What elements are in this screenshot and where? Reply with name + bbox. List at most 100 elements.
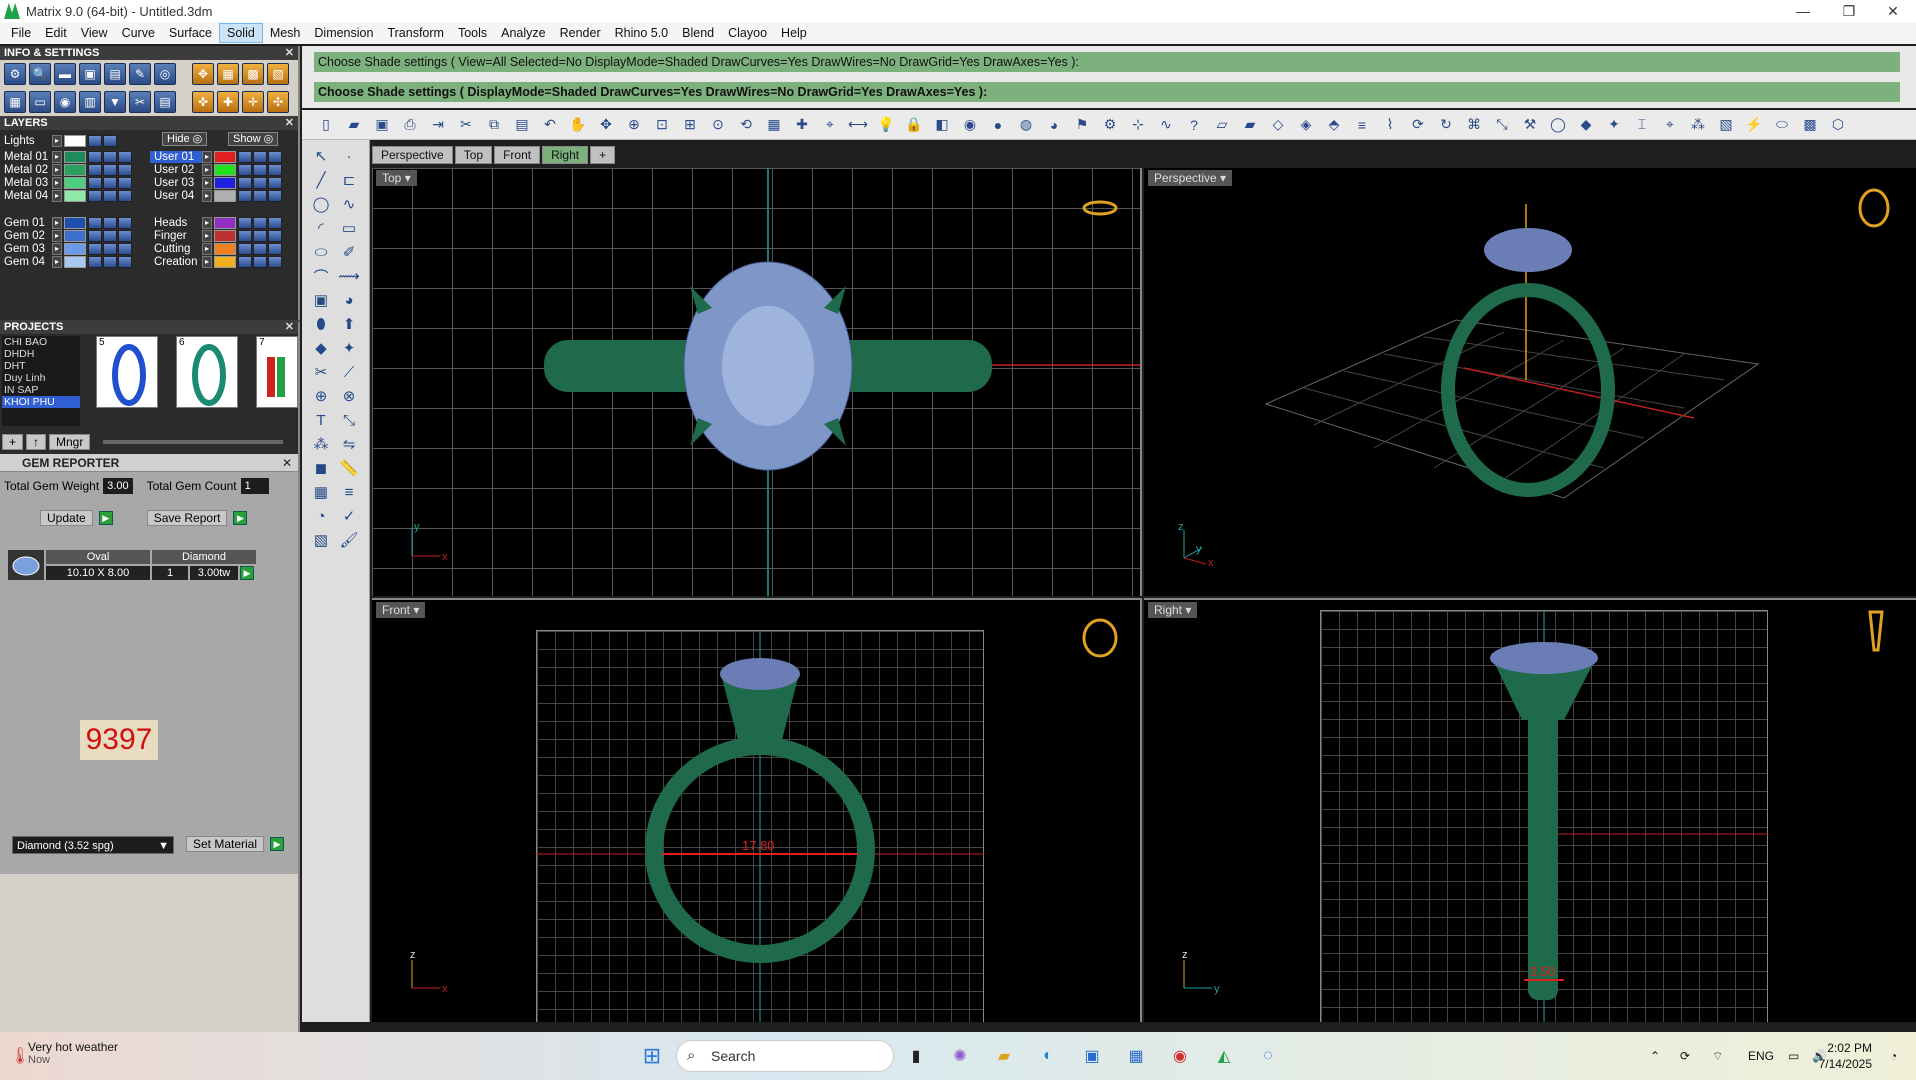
rectangle-icon[interactable]: ▭ bbox=[336, 216, 362, 240]
paste-icon[interactable]: ▤ bbox=[510, 114, 534, 136]
lock-icon[interactable] bbox=[238, 256, 252, 268]
render-icon[interactable] bbox=[118, 177, 132, 189]
render-icon[interactable] bbox=[118, 243, 132, 255]
cube-icon[interactable]: ▧ bbox=[1714, 114, 1738, 136]
paint-icon[interactable]: 🖌 bbox=[336, 528, 362, 552]
undo-icon[interactable]: ↶ bbox=[538, 114, 562, 136]
lock-icon[interactable] bbox=[88, 243, 102, 255]
close-icon[interactable]: ✕ bbox=[285, 116, 294, 130]
lock-icon[interactable]: 🔒 bbox=[902, 114, 926, 136]
render-icon[interactable] bbox=[118, 217, 132, 229]
expand-icon[interactable]: ▸ bbox=[202, 190, 212, 202]
polyline-icon[interactable]: ⊏ bbox=[336, 168, 362, 192]
visible-icon[interactable] bbox=[253, 243, 267, 255]
layer-row[interactable]: Creation ▸ bbox=[150, 255, 283, 269]
layer-icon[interactable]: ◧ bbox=[930, 114, 954, 136]
ellipse-icon[interactable]: ⬭ bbox=[308, 240, 334, 264]
ring-icon[interactable]: ◎ bbox=[154, 63, 176, 85]
distance-icon[interactable]: ⟷ bbox=[846, 114, 870, 136]
visible-icon[interactable] bbox=[103, 217, 117, 229]
shell-icon[interactable]: ◔ bbox=[308, 504, 334, 528]
filter-snap-icon[interactable]: ✣ bbox=[267, 91, 289, 113]
layer-row[interactable]: Metal 03 ▸ bbox=[0, 176, 133, 190]
clock[interactable]: 2:02 PM 7/14/2025 bbox=[1819, 1040, 1872, 1072]
up-button[interactable]: ↑ bbox=[26, 434, 47, 450]
layer-row[interactable]: Gem 02 ▸ bbox=[0, 229, 133, 243]
move-icon[interactable]: ✥ bbox=[594, 114, 618, 136]
viewports-icon[interactable]: ▦ bbox=[762, 114, 786, 136]
lock-icon[interactable] bbox=[238, 243, 252, 255]
ring-icon[interactable]: ◯ bbox=[1546, 114, 1570, 136]
lock-icon[interactable] bbox=[88, 190, 102, 202]
layer-color-swatch[interactable] bbox=[64, 177, 86, 189]
close-icon[interactable]: ✕ bbox=[285, 46, 294, 60]
visible-icon[interactable] bbox=[253, 164, 267, 176]
chrome-icon[interactable]: ◉ bbox=[1166, 1042, 1194, 1070]
box-icon[interactable]: ▥ bbox=[79, 91, 101, 113]
gumball-icon[interactable]: ✚ bbox=[790, 114, 814, 136]
line-icon[interactable]: ╱ bbox=[308, 168, 334, 192]
split-icon[interactable]: ⟋ bbox=[336, 360, 362, 384]
zoom-window-icon[interactable]: ⊡ bbox=[650, 114, 674, 136]
lock-icon[interactable] bbox=[238, 151, 252, 163]
filter-icon[interactable]: ▼ bbox=[104, 91, 126, 113]
lock-icon[interactable] bbox=[88, 135, 102, 147]
copilot-icon[interactable]: ✺ bbox=[946, 1042, 974, 1070]
plane-icon[interactable]: ▱ bbox=[1210, 114, 1234, 136]
lock-icon[interactable] bbox=[238, 177, 252, 189]
project-list[interactable]: CHI BAO DHDH DHT Duy Linh IN SAP KHOI PHU bbox=[2, 336, 80, 426]
circle-icon[interactable]: ◯ bbox=[308, 192, 334, 216]
solid-icon[interactable]: ◼ bbox=[308, 456, 334, 480]
layer-color-swatch[interactable] bbox=[214, 243, 236, 255]
expand-icon[interactable]: ▸ bbox=[52, 135, 62, 147]
expand-icon[interactable]: ▸ bbox=[52, 230, 62, 242]
curve-icon[interactable]: ∿ bbox=[336, 192, 362, 216]
help-icon[interactable]: ? bbox=[1182, 114, 1206, 136]
close-button[interactable]: ✕ bbox=[1870, 0, 1916, 22]
window-icon[interactable]: ▭ bbox=[29, 91, 51, 113]
display-icon[interactable]: ▭ bbox=[1788, 1032, 1799, 1080]
scissors-icon[interactable]: ✂ bbox=[129, 91, 151, 113]
render-icon[interactable] bbox=[118, 256, 132, 268]
open-icon[interactable]: ▰ bbox=[342, 114, 366, 136]
expand-icon[interactable]: ▸ bbox=[202, 230, 212, 242]
menu-curve[interactable]: Curve bbox=[115, 24, 162, 42]
layer-row[interactable]: Gem 01 ▸ bbox=[0, 216, 133, 230]
document-icon[interactable]: ▤ bbox=[104, 63, 126, 85]
pan-icon[interactable]: ✋ bbox=[566, 114, 590, 136]
add-project-button[interactable]: + bbox=[2, 434, 24, 450]
surface2-icon[interactable]: ◈ bbox=[1294, 114, 1318, 136]
gem-icon[interactable]: ◆ bbox=[1574, 114, 1598, 136]
visible-icon[interactable] bbox=[253, 230, 267, 242]
render-icon[interactable] bbox=[268, 217, 282, 229]
arc-icon[interactable]: ◜ bbox=[308, 216, 334, 240]
bolt-icon[interactable]: ⚡ bbox=[1742, 114, 1766, 136]
expand-icon[interactable]: ▸ bbox=[52, 256, 62, 268]
weather-widget[interactable]: Very hot weather Now bbox=[28, 1040, 118, 1066]
visible-icon[interactable] bbox=[103, 164, 117, 176]
menu-edit[interactable]: Edit bbox=[38, 24, 74, 42]
update-go-icon[interactable]: ▶ bbox=[98, 511, 113, 525]
sweep-icon[interactable]: ↻ bbox=[1434, 114, 1458, 136]
tab-right[interactable]: Right bbox=[542, 146, 589, 164]
expand-icon[interactable]: ▸ bbox=[202, 256, 212, 268]
visible-icon[interactable] bbox=[253, 177, 267, 189]
scale-icon[interactable]: ⤡ bbox=[336, 408, 362, 432]
layers-icon[interactable]: ≡ bbox=[1350, 114, 1374, 136]
language-indicator[interactable]: ENG bbox=[1748, 1032, 1774, 1080]
lock-icon[interactable] bbox=[238, 217, 252, 229]
zoom-icon[interactable]: 🔍 bbox=[29, 63, 51, 85]
box-icon[interactable]: ▣ bbox=[308, 288, 334, 312]
lock-icon[interactable] bbox=[88, 164, 102, 176]
crosshair-icon[interactable]: ⌖ bbox=[1658, 114, 1682, 136]
cutter-icon[interactable]: ✦ bbox=[336, 336, 362, 360]
layer-color-swatch[interactable] bbox=[214, 217, 236, 229]
material-select[interactable]: Diamond (3.52 spg) ▼ bbox=[12, 836, 174, 854]
render-icon[interactable] bbox=[118, 164, 132, 176]
lock-icon[interactable] bbox=[88, 256, 102, 268]
visible-icon[interactable] bbox=[253, 217, 267, 229]
cylinder-icon[interactable]: ⬮ bbox=[308, 312, 334, 336]
rotate-icon[interactable]: ⟳ bbox=[1406, 114, 1430, 136]
menu-render[interactable]: Render bbox=[553, 24, 608, 42]
render-icon[interactable] bbox=[268, 177, 282, 189]
